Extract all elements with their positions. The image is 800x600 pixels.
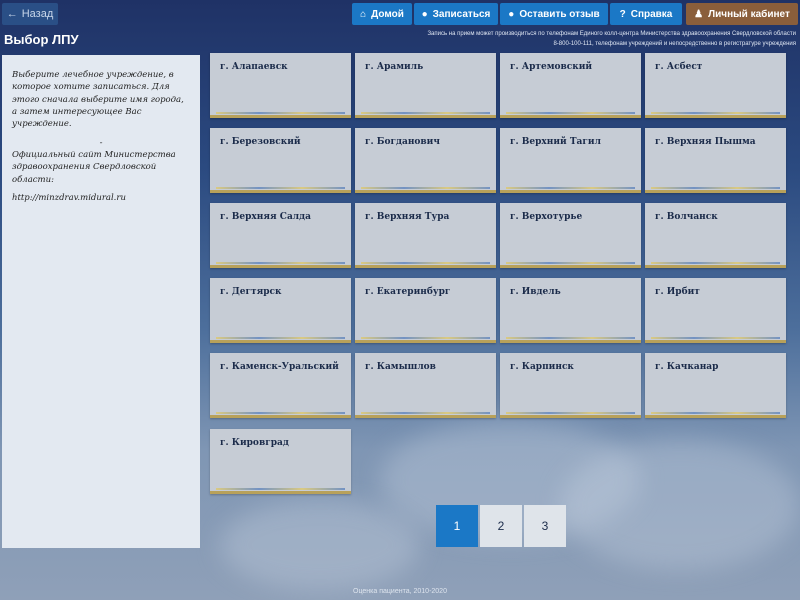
back-label: Назад bbox=[21, 8, 54, 20]
home-button[interactable]: ⌂ Домой bbox=[352, 3, 412, 25]
city-tile[interactable]: г. Дегтярск bbox=[210, 278, 351, 343]
city-tile[interactable]: г. Артемовский bbox=[500, 53, 641, 118]
feedback-label: Оставить отзыв bbox=[519, 8, 600, 20]
arrow-left-icon: ← bbox=[6, 8, 18, 20]
signup-label: Записаться bbox=[432, 8, 491, 20]
city-tile[interactable]: г. Арамиль bbox=[355, 53, 496, 118]
city-tile[interactable]: г. Верхняя Салда bbox=[210, 203, 351, 268]
page-button-2[interactable]: 2 bbox=[480, 505, 522, 547]
pagination: 1 2 3 bbox=[436, 505, 566, 547]
footer-text: Оценка пациента, 2010-2020 bbox=[353, 588, 447, 595]
info-text-line-2: 8-800-100-111, телефонам учреждений и не… bbox=[553, 41, 796, 47]
site-name: Официальный сайт Министерства здравоохра… bbox=[12, 149, 176, 185]
feedback-button[interactable]: ● Оставить отзыв bbox=[500, 3, 608, 25]
home-label: Домой bbox=[371, 8, 404, 20]
dash: - bbox=[99, 137, 103, 148]
user-icon: ♟ bbox=[694, 8, 704, 20]
top-bar: ← Назад ⌂ Домой ● Записаться ● Оставить … bbox=[0, 0, 800, 28]
help-label: Справка bbox=[630, 8, 673, 20]
city-tile[interactable]: г. Кировград bbox=[210, 429, 351, 494]
city-tile[interactable]: г. Каменск-Уральский bbox=[210, 353, 351, 418]
city-tile[interactable]: г. Ирбит bbox=[645, 278, 786, 343]
city-tile[interactable]: г. Камышлов bbox=[355, 353, 496, 418]
city-tile[interactable]: г. Асбест bbox=[645, 53, 786, 118]
help-button[interactable]: ? Справка bbox=[610, 3, 682, 25]
page-button-1[interactable]: 1 bbox=[436, 505, 478, 547]
city-tile[interactable]: г. Верхотурье bbox=[500, 203, 641, 268]
city-tile[interactable]: г. Екатеринбург bbox=[355, 278, 496, 343]
instructions-panel: Выберите лечебное учреждение, в которое … bbox=[2, 55, 200, 548]
home-icon: ⌂ bbox=[360, 8, 367, 20]
help-icon: ? bbox=[619, 8, 626, 20]
chat-icon: ● bbox=[421, 8, 428, 20]
city-tile[interactable]: г. Верхняя Тура bbox=[355, 203, 496, 268]
city-grid: г. Алапаевск г. Арамиль г. Артемовский г… bbox=[210, 53, 800, 498]
city-tile[interactable]: г. Карпинск bbox=[500, 353, 641, 418]
signup-button[interactable]: ● Записаться bbox=[414, 3, 498, 25]
city-tile[interactable]: г. Березовский bbox=[210, 128, 351, 193]
page-title: Выбор ЛПУ bbox=[4, 32, 79, 47]
cabinet-button[interactable]: ♟ Личный кабинет bbox=[686, 3, 798, 25]
info-text-line-1: Запись на прием может производиться по т… bbox=[427, 31, 796, 37]
city-tile[interactable]: г. Алапаевск bbox=[210, 53, 351, 118]
background-cloud bbox=[220, 500, 420, 590]
cabinet-label: Личный кабинет bbox=[708, 8, 790, 20]
back-button[interactable]: ← Назад bbox=[2, 3, 58, 25]
city-tile[interactable]: г. Ивдель bbox=[500, 278, 641, 343]
city-tile[interactable]: г. Верхняя Пышма bbox=[645, 128, 786, 193]
city-tile[interactable]: г. Богданович bbox=[355, 128, 496, 193]
chat-icon: ● bbox=[508, 8, 515, 20]
page-button-3[interactable]: 3 bbox=[524, 505, 566, 547]
city-tile[interactable]: г. Волчанск bbox=[645, 203, 786, 268]
city-tile[interactable]: г. Качканар bbox=[645, 353, 786, 418]
site-link[interactable]: http://minzdrav.midural.ru bbox=[12, 192, 190, 204]
city-tile[interactable]: г. Верхний Тагил bbox=[500, 128, 641, 193]
instruction-text: Выберите лечебное учреждение, в которое … bbox=[12, 70, 184, 130]
